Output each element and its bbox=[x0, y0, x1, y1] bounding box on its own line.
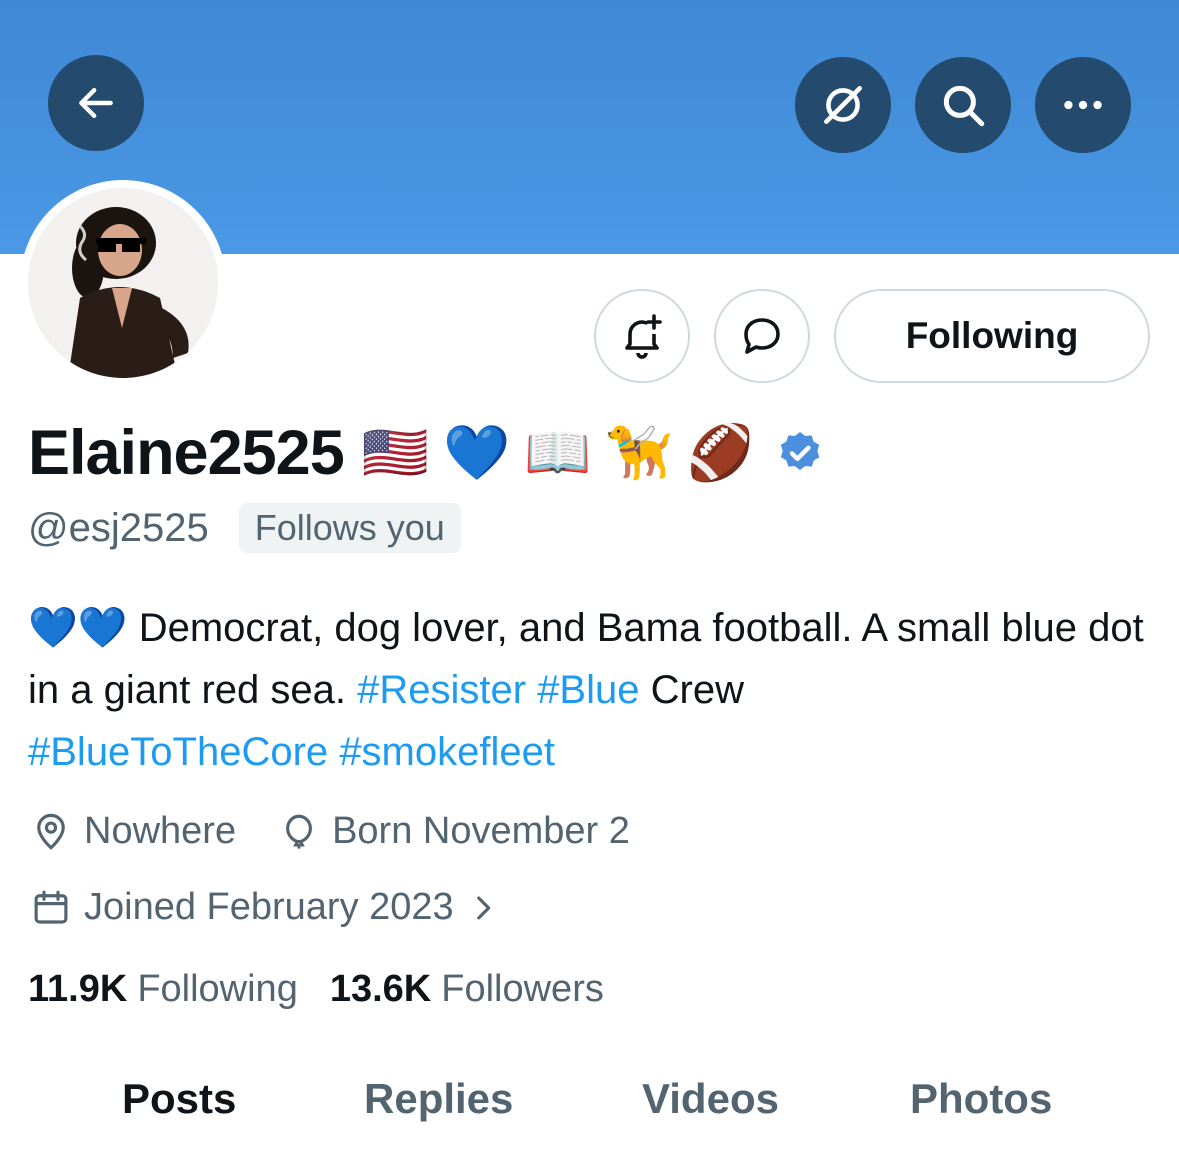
message-button[interactable] bbox=[714, 289, 810, 383]
location-item: Nowhere bbox=[30, 810, 236, 853]
followers-count: 13.6K bbox=[329, 968, 432, 1010]
football-emoji: 🏈 bbox=[686, 421, 754, 484]
arrow-left-icon bbox=[79, 87, 113, 119]
verified-badge-icon bbox=[780, 432, 820, 470]
bio-emoji: 💙💙 bbox=[28, 605, 128, 651]
grok-button[interactable] bbox=[795, 57, 891, 153]
followers-stat-label: Followers bbox=[441, 968, 604, 1010]
tab-replies[interactable]: Replies bbox=[364, 1075, 513, 1123]
bell-plus-icon bbox=[625, 314, 662, 359]
handle: @esj2525 bbox=[28, 505, 209, 550]
profile-tabs: Posts Replies Videos Photos bbox=[0, 1075, 1179, 1151]
grok-icon bbox=[824, 86, 862, 124]
following-button-label: Following bbox=[905, 315, 1079, 356]
birthday-item: Born November 2 bbox=[278, 810, 630, 853]
book-emoji: 📖 bbox=[524, 421, 592, 484]
tab-posts[interactable]: Posts bbox=[122, 1075, 236, 1123]
avatar-image bbox=[28, 188, 218, 378]
followers-stat[interactable]: 13.6K Followers bbox=[330, 968, 604, 1011]
flag-emoji: 🇺🇸 bbox=[361, 421, 429, 484]
joined-text: Joined February 2023 bbox=[84, 886, 454, 928]
meta-row-1: Nowhere Born November 2 bbox=[30, 810, 630, 853]
follows-you-badge: Follows you bbox=[238, 503, 461, 553]
search-icon bbox=[943, 85, 985, 127]
following-button[interactable]: Following bbox=[834, 289, 1150, 383]
back-button[interactable] bbox=[48, 55, 144, 151]
tab-videos[interactable]: Videos bbox=[642, 1075, 779, 1123]
following-stat-label: Following bbox=[137, 968, 298, 1010]
location-pin-icon bbox=[37, 813, 65, 850]
handle-row: @esj2525 Follows you bbox=[28, 503, 461, 553]
search-button[interactable] bbox=[915, 57, 1011, 153]
meta-row-2[interactable]: Joined February 2023 bbox=[30, 886, 512, 929]
balloon-icon bbox=[286, 814, 313, 849]
blue-heart-emoji: 💙 bbox=[443, 421, 511, 484]
bio-text-2: Crew bbox=[639, 668, 744, 712]
tab-photos[interactable]: Photos bbox=[910, 1075, 1052, 1123]
avatar-frame[interactable] bbox=[20, 180, 226, 386]
location-text: Nowhere bbox=[84, 810, 237, 852]
hashtag-bluetothecore[interactable]: #BlueToTheCore bbox=[28, 730, 328, 774]
name-row: Elaine2525 🇺🇸 💙 📖 🦮 🏈 bbox=[28, 408, 824, 498]
avatar[interactable] bbox=[28, 188, 218, 378]
following-count: 11.9K bbox=[28, 968, 128, 1010]
birthday-text: Born November 2 bbox=[332, 810, 630, 852]
joined-item[interactable]: Joined February 2023 bbox=[30, 886, 512, 929]
notify-button[interactable] bbox=[594, 289, 690, 383]
follow-stats: 11.9K Following 13.6K Followers bbox=[28, 968, 604, 1011]
chevron-right-icon bbox=[476, 896, 490, 919]
hashtag-resister[interactable]: #Resister bbox=[357, 668, 526, 712]
hashtag-smokefleet[interactable]: #smokefleet bbox=[339, 730, 555, 774]
more-dots-icon bbox=[1064, 100, 1102, 110]
message-bubble-icon bbox=[744, 318, 780, 354]
display-name: Elaine2525 bbox=[28, 418, 345, 488]
calendar-icon bbox=[34, 890, 68, 924]
bio: 💙💙 Democrat, dog lover, and Bama footbal… bbox=[28, 597, 1148, 783]
guide-dog-emoji: 🦮 bbox=[605, 421, 673, 484]
following-stat[interactable]: 11.9K Following bbox=[28, 968, 298, 1011]
more-button[interactable] bbox=[1035, 57, 1131, 153]
hashtag-blue[interactable]: #Blue bbox=[537, 668, 639, 712]
verified-badge[interactable] bbox=[776, 429, 824, 477]
